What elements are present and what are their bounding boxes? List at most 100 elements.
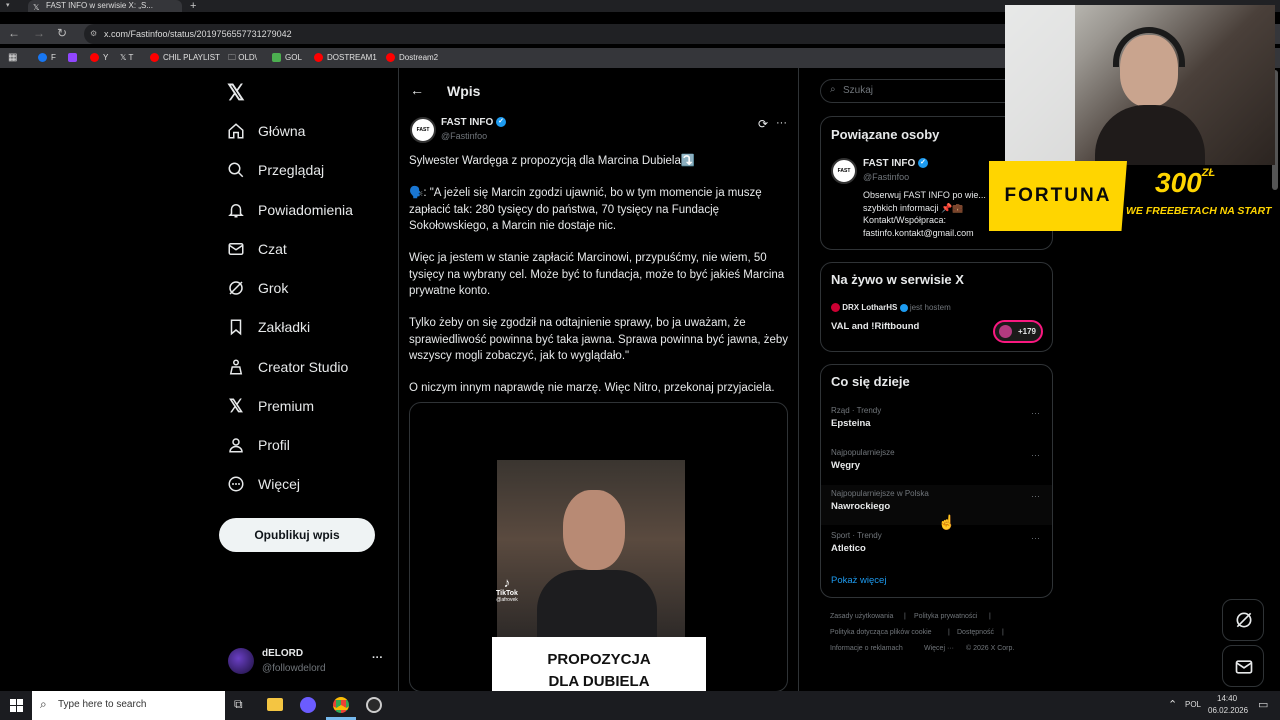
nav-explore[interactable]: Przeglądaj (226, 156, 324, 184)
live-listeners-badge[interactable]: +179 (993, 320, 1043, 343)
publish-post-button[interactable]: Opublikuj wpis (219, 518, 375, 552)
language-indicator[interactable]: POL (1185, 700, 1201, 709)
tab-list-icon[interactable]: ▾ (6, 2, 18, 10)
author-name[interactable]: FAST INFO ✓ (441, 117, 507, 128)
trend-more-icon[interactable]: ··· (1031, 450, 1040, 460)
footer-link-accessibility[interactable]: Dostępność (957, 629, 994, 636)
trend-more-icon[interactable]: ··· (1031, 408, 1040, 418)
bookmark-chil-playlist[interactable]: CHIL PLAYLIST (150, 48, 220, 68)
post-headline: Sylwester Wardęga z propozycją dla Marci… (409, 155, 696, 167)
clock-date[interactable]: 06.02.2026 (1208, 706, 1248, 715)
nav-profile[interactable]: Profil (226, 431, 290, 459)
file-explorer-icon[interactable] (267, 698, 283, 711)
trend-context: Rząd · Trendy (831, 406, 882, 415)
trend-item[interactable]: Najpopularniejsze Węgry ··· (821, 445, 1052, 485)
webcam-headphones (1113, 27, 1185, 67)
trend-item[interactable]: Najpopularniejsze w Polska Nawrockiego ·… (821, 485, 1052, 525)
post-more-icon[interactable]: ··· (776, 117, 787, 129)
bookmark-t[interactable]: 𝕏 T (120, 48, 133, 68)
taskbar-search[interactable]: ⌕ Type here to search (32, 691, 225, 720)
avatar (228, 648, 254, 674)
clock-time[interactable]: 14:40 (1217, 694, 1237, 703)
nav-bookmarks[interactable]: Zakładki (226, 313, 310, 341)
fortuna-logo-box: FORTUNA (989, 161, 1127, 231)
app-icon-obs[interactable] (366, 697, 382, 713)
nav-grok[interactable]: Grok (226, 274, 288, 302)
footer-separator: | (948, 629, 950, 636)
nav-more[interactable]: Więcej (226, 470, 300, 498)
nav-premium[interactable]: 𝕏 Premium (226, 392, 314, 420)
x-logo-icon[interactable]: 𝕏 (227, 80, 245, 106)
back-arrow-icon[interactable]: ← (410, 82, 424, 98)
reload-icon[interactable]: ↻ (57, 26, 67, 40)
trend-name: Epsteina (831, 418, 871, 429)
forward-icon[interactable]: → (33, 26, 45, 40)
search-placeholder: Szukaj (843, 85, 874, 96)
bookmark-folder-old[interactable]: 🗀 OLD\ (228, 48, 257, 68)
bookmark-y[interactable]: Y (90, 48, 108, 68)
trend-item[interactable]: Sport · Trendy Atletico ··· (821, 529, 1052, 569)
back-icon[interactable]: ← (8, 26, 20, 40)
show-more-link[interactable]: Pokaż więcej (831, 575, 886, 586)
nav-notifications[interactable]: Powiadomienia (226, 196, 353, 224)
footer-link-cookies[interactable]: Polityka dotycząca plików cookie (830, 629, 932, 636)
grok-icon (226, 278, 246, 298)
nav-home[interactable]: Główna (226, 117, 305, 145)
trend-more-icon[interactable]: ··· (1031, 491, 1040, 501)
notifications-icon[interactable]: ▭ (1258, 698, 1268, 711)
search-icon (226, 160, 246, 180)
footer-separator: | (989, 613, 991, 620)
trend-more-icon[interactable]: ··· (1031, 533, 1040, 543)
bookmark-gol[interactable]: GOL (272, 48, 302, 68)
live-topic[interactable]: VAL and !Riftbound (831, 321, 919, 332)
post-video[interactable]: ♪ TikTok @afrovek PROPOZYCJA DLA DUBIELA (409, 402, 788, 692)
webcam-person-body (1095, 105, 1205, 165)
author-avatar[interactable]: FAST (410, 117, 436, 143)
app-icon-messenger[interactable] (300, 697, 316, 713)
messages-fab[interactable] (1222, 645, 1264, 687)
task-view-icon[interactable]: ⧉ (234, 697, 243, 712)
related-name[interactable]: FAST INFO ✓ (863, 158, 929, 169)
nav-creator-studio[interactable]: Creator Studio (226, 353, 348, 381)
nav-label: Więcej (258, 476, 301, 492)
tiktok-icon: ♪ (503, 575, 511, 590)
apps-icon[interactable]: ▦ (8, 48, 17, 68)
live-host-row[interactable]: DRX LotharHS jest hostem (831, 303, 951, 313)
account-more-icon[interactable]: ··· (372, 652, 383, 664)
footer-link-ads-info[interactable]: Informacje o reklamach (830, 645, 903, 652)
new-tab-icon[interactable]: + (190, 0, 196, 12)
bookmark-twitch-icon[interactable] (68, 48, 81, 68)
tiktok-watermark: ♪ TikTok @afrovek (492, 575, 522, 603)
footer-link-privacy[interactable]: Polityka prywatności (914, 613, 977, 620)
account-switcher[interactable]: dELORD @followdelord ··· (226, 646, 386, 678)
windows-start-icon[interactable] (10, 699, 23, 712)
footer-link-more[interactable]: Więcej ··· (924, 645, 954, 652)
bookmark-f[interactable]: F (38, 48, 56, 68)
grok-fab[interactable] (1222, 599, 1264, 641)
video-thumbnail (497, 460, 685, 640)
site-info-icon[interactable]: ⚙ (90, 24, 97, 44)
trend-item[interactable]: Rząd · Trendy Epsteina ··· (821, 403, 1052, 443)
author-handle[interactable]: @Fastinfoo (441, 131, 487, 141)
bookmark-icon (226, 317, 246, 337)
person-head (563, 490, 625, 570)
nav-chat[interactable]: Czat (226, 235, 287, 263)
bookmark-dostream2[interactable]: Dostream2 (386, 48, 438, 68)
x-premium-icon: 𝕏 (228, 395, 244, 416)
related-avatar[interactable]: FAST (831, 158, 857, 184)
fortuna-currency: ZŁ (1201, 167, 1216, 179)
bookmark-dostream1[interactable]: DOSTREAM1 (314, 48, 377, 68)
footer-link-terms[interactable]: Zasady użytkowania (830, 613, 893, 620)
chrome-icon[interactable] (333, 697, 349, 713)
nav-label: Profil (258, 437, 290, 453)
taskbar-search-placeholder: Type here to search (58, 699, 147, 710)
grok-analyze-icon[interactable]: ⟳ (758, 117, 768, 131)
post-paragraph: O niczym innym naprawdę nie marzę. Więc … (409, 382, 775, 394)
fortuna-amount: 300ZŁ (1155, 167, 1215, 199)
tray-chevron-icon[interactable]: ⌃ (1168, 698, 1177, 711)
video-caption-line: DLA DUBIELA (548, 673, 650, 690)
tab-title: FAST INFO w serwisie X: „S... (46, 1, 153, 10)
trend-name: Węgry (831, 460, 861, 471)
bell-icon (226, 200, 246, 220)
browser-tab[interactable]: 𝕏 FAST INFO w serwisie X: „S... (28, 0, 182, 12)
